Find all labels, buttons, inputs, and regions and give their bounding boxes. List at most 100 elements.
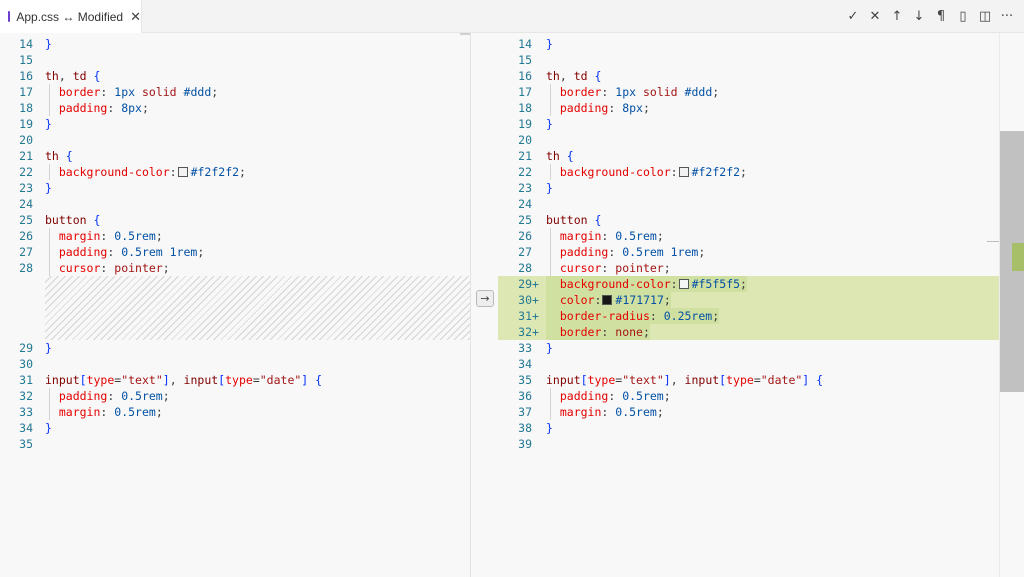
color-swatch[interactable] xyxy=(177,166,188,177)
code-token: #f5f5f5 xyxy=(691,277,741,291)
added-marker: + xyxy=(532,277,539,291)
code-token: : xyxy=(100,261,115,275)
code-token: 0.5rem xyxy=(615,229,657,243)
code-token: td xyxy=(72,69,87,83)
accept-icon[interactable]: ✓ xyxy=(842,5,864,27)
line-number: 22 xyxy=(19,165,33,179)
color-swatch[interactable] xyxy=(678,278,689,289)
code-text: } xyxy=(45,180,52,196)
code-text: margin: 0.5rem; xyxy=(45,228,163,244)
line-number: 17 xyxy=(19,85,33,99)
line-number: 14 xyxy=(19,37,33,51)
code-text: padding: 0.5rem 1rem; xyxy=(546,244,705,260)
code-token: type xyxy=(225,373,253,387)
code-text: border: none; xyxy=(546,324,650,340)
code-line: 17 border: 1px solid #ddd; xyxy=(0,84,470,100)
line-number: 18 xyxy=(518,101,532,115)
code-token: #ddd xyxy=(183,85,212,99)
code-token: ; xyxy=(155,229,163,243)
overview-added-marker xyxy=(1012,243,1024,271)
line-number: 34 xyxy=(518,357,532,371)
code-line: 28 cursor: pointer; xyxy=(498,260,999,276)
code-line: 26 margin: 0.5rem; xyxy=(0,228,470,244)
code-line: 36 padding: 0.5rem; xyxy=(498,388,999,404)
code-line: 33 margin: 0.5rem; xyxy=(0,404,470,420)
code-line: 37 margin: 0.5rem; xyxy=(498,404,999,420)
code-token: input xyxy=(45,373,80,387)
more-icon[interactable]: ··· xyxy=(996,5,1018,27)
code-token: button xyxy=(45,213,87,227)
code-token: input xyxy=(546,373,581,387)
code-token: , xyxy=(169,373,184,387)
color-swatch[interactable] xyxy=(602,294,613,305)
code-text: border: 1px solid #ddd; xyxy=(45,84,218,100)
code-token: margin xyxy=(58,405,101,419)
code-token: , xyxy=(58,69,73,83)
code-token: padding xyxy=(58,245,108,259)
arrow-down-icon[interactable]: ↓ xyxy=(908,5,930,27)
code-line: 21 th { xyxy=(0,148,470,164)
line-number: 24 xyxy=(518,197,532,211)
code-token: ; xyxy=(698,245,706,259)
code-token: 1px xyxy=(114,85,136,99)
modified-editor-pane[interactable]: 14} 15 16 th, td {17 border: 1px solid #ddd… xyxy=(498,33,999,577)
revert-change-arrow-icon[interactable]: → xyxy=(476,290,494,307)
code-token: : xyxy=(100,85,115,99)
color-swatch[interactable] xyxy=(678,166,689,177)
code-token: td xyxy=(573,69,588,83)
pilcrow-icon[interactable]: ¶ xyxy=(930,5,952,27)
code-line: 35 input[type="text"], input[type="date"]… xyxy=(498,372,999,388)
code-text: margin: 0.5rem; xyxy=(546,404,664,420)
code-token: "date" xyxy=(760,373,803,387)
line-number: 29 xyxy=(19,341,33,355)
line-number: 27 xyxy=(518,245,532,259)
code-token: } xyxy=(546,117,553,131)
code-token: } xyxy=(546,341,553,355)
vertical-scrollbar[interactable] xyxy=(999,33,1024,577)
code-token: = xyxy=(753,373,761,387)
code-token: margin xyxy=(559,405,602,419)
code-token: : xyxy=(601,261,616,275)
code-token: { xyxy=(65,149,73,163)
code-token: 0.5rem xyxy=(622,389,664,403)
code-token: 0.5rem 1rem xyxy=(622,245,699,259)
close-icon[interactable]: ✕ xyxy=(130,9,141,25)
tab-app-css-diff[interactable]: App.css ↔ Modified ✕ xyxy=(0,0,142,33)
discard-icon[interactable]: ✕ xyxy=(864,5,886,27)
diff-gutter: → xyxy=(470,33,500,577)
code-token: padding xyxy=(559,389,609,403)
code-token: : xyxy=(608,389,623,403)
line-number: 16 xyxy=(518,69,532,83)
code-line: 30 xyxy=(0,356,470,372)
code-token: ; xyxy=(162,389,170,403)
code-token: 1px xyxy=(615,85,637,99)
css-file-icon xyxy=(8,11,18,22)
arrow-up-icon[interactable]: ↑ xyxy=(886,5,908,27)
map-icon[interactable]: ▯ xyxy=(952,5,974,27)
code-line: 32 padding: 0.5rem; xyxy=(0,388,470,404)
original-editor-pane[interactable]: 14} 15 16 th, td {17 border: 1px solid #ddd… xyxy=(0,33,470,577)
code-text: th, td { xyxy=(546,68,601,84)
code-token: solid xyxy=(141,85,177,99)
code-token: 0.5rem xyxy=(615,405,657,419)
line-number: 15 xyxy=(518,53,532,67)
line-number: 36 xyxy=(518,389,532,403)
code-line: 27 padding: 0.5rem 1rem; xyxy=(0,244,470,260)
split-editor-icon[interactable]: ◫ xyxy=(974,5,996,27)
code-text: button { xyxy=(45,212,100,228)
code-line: 18 padding: 8px; xyxy=(498,100,999,116)
code-token: : xyxy=(107,245,122,259)
code-token: : xyxy=(107,389,122,403)
code-text: } xyxy=(546,36,553,52)
code-token: #f2f2f2 xyxy=(691,165,741,179)
code-token: input xyxy=(183,373,219,387)
code-text: padding: 0.5rem; xyxy=(546,388,671,404)
